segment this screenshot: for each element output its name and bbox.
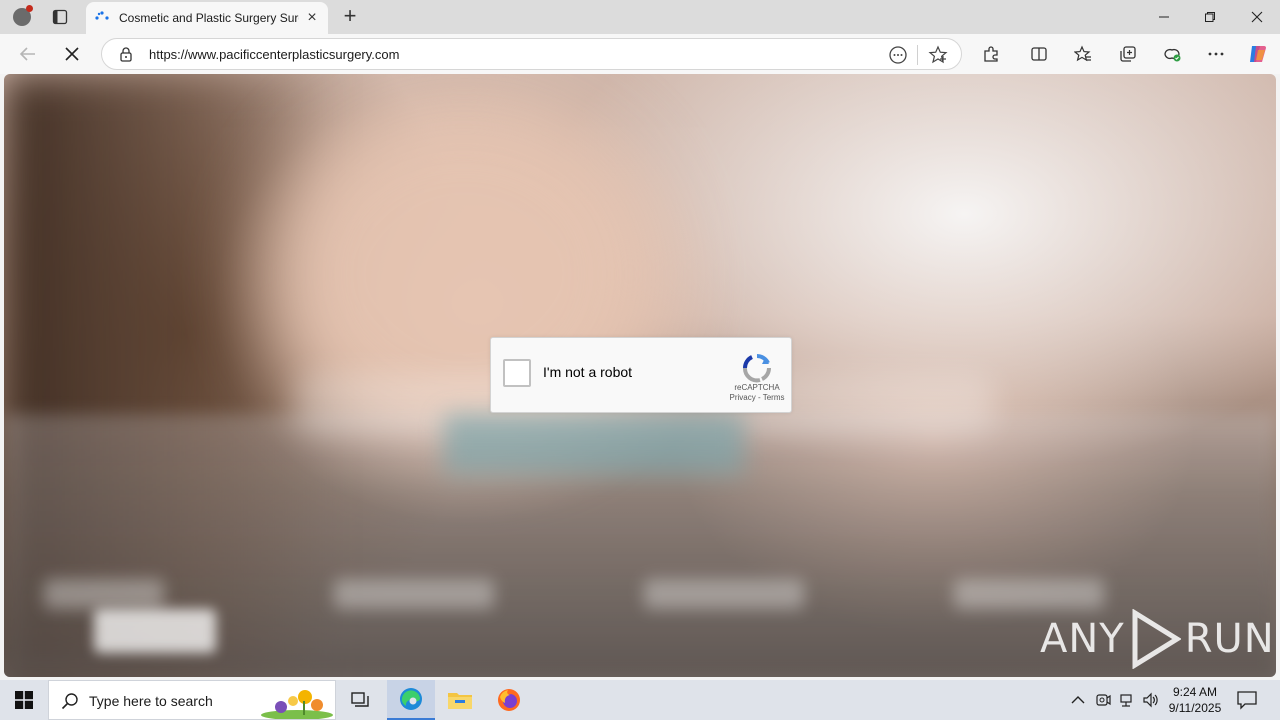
taskbar-search-box[interactable]: Type here to search [48,680,336,720]
web-page: I'm not a robot reCAPTCHA Privacy - Term… [4,74,1276,677]
system-clock[interactable]: 9:24 AM 9/11/2025 [1164,684,1226,716]
blurred-logo-2 [334,579,494,609]
edge-icon[interactable] [387,680,435,720]
file-explorer-icon[interactable] [436,680,484,720]
watermark-right: RUN [1184,616,1275,662]
meet-now-icon[interactable] [1093,690,1113,710]
task-view-icon[interactable] [336,680,384,720]
title-bar: Cosmetic and Plastic Surgery Surg × + [0,0,1280,34]
clock-time: 9:24 AM [1172,685,1218,699]
new-tab-icon[interactable]: + [338,5,362,29]
collections-icon[interactable] [1116,43,1140,65]
tab-actions-icon[interactable] [48,6,72,28]
blurred-cta-button [444,414,744,474]
recaptcha-privacy-terms[interactable]: Privacy - Terms [721,393,793,402]
blurred-logo-4 [954,579,1104,609]
recaptcha-label: I'm not a robot [543,364,633,380]
copilot-icon[interactable] [1246,43,1270,65]
watermark-left: ANY [1040,616,1125,662]
back-icon[interactable] [14,40,42,68]
blurred-logo-1 [44,579,164,609]
split-screen-icon[interactable] [1027,43,1051,65]
favorite-star-icon[interactable] [928,45,948,65]
stop-icon[interactable] [58,40,86,68]
extensions-icon[interactable] [979,43,1003,65]
windows-start-icon[interactable] [0,680,48,720]
recaptcha-brand: reCAPTCHA [734,383,780,392]
watermark-play-icon [1132,609,1181,669]
address-bar[interactable]: https://www.pacificcenterplasticsurgery.… [101,38,962,70]
lock-icon[interactable] [118,46,134,62]
firefox-icon[interactable] [485,680,533,720]
network-icon[interactable] [1117,690,1137,710]
recaptcha-logo-icon [741,352,773,384]
notification-icon[interactable] [1236,690,1258,710]
close-icon[interactable]: × [304,10,320,26]
tab-title: Cosmetic and Plastic Surgery Surg [119,11,299,25]
favorites-icon[interactable] [1071,43,1095,65]
omnibox-divider [917,45,918,65]
clock-date: 9/11/2025 [1168,701,1222,715]
recaptcha-checkbox[interactable] [503,359,531,387]
search-highlight-flowers-icon [261,690,333,719]
more-icon[interactable] [1204,43,1228,65]
taskbar: Type here to search 9:24 AM 9/11/2025 [0,680,1280,720]
profile-icon[interactable] [8,4,36,30]
blurred-badge [94,609,216,653]
active-tab[interactable]: Cosmetic and Plastic Surgery Surg × [86,2,328,34]
chevron-up-icon[interactable] [1068,690,1088,710]
search-icon [61,692,79,710]
recaptcha-widget: I'm not a robot reCAPTCHA Privacy - Term… [490,337,792,413]
url-text[interactable]: https://www.pacificcenterplasticsurgery.… [149,47,399,62]
search-placeholder: Type here to search [89,693,213,709]
anyrun-watermark: ANY RUN [1040,606,1275,672]
window-close-icon[interactable] [1234,0,1280,34]
loading-spinner-icon [94,10,110,26]
minimize-icon[interactable] [1141,0,1187,34]
restore-icon[interactable] [1187,0,1233,34]
blurred-logo-3 [644,579,804,609]
navigation-bar: https://www.pacificcenterplasticsurgery.… [0,34,1280,74]
volume-icon[interactable] [1141,690,1161,710]
browser-essentials-icon[interactable] [1160,43,1184,65]
read-aloud-icon[interactable] [888,45,908,65]
